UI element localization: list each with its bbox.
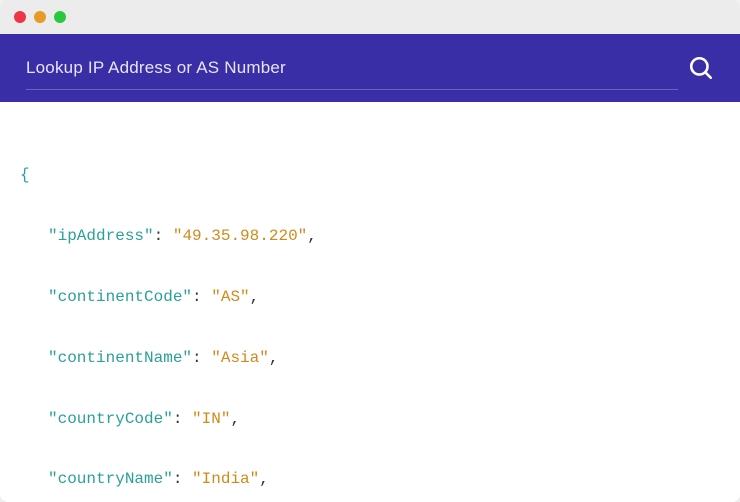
json-brace-open: { bbox=[20, 166, 30, 184]
search-input[interactable] bbox=[26, 58, 688, 78]
json-response: { "ipAddress": "49.35.98.220", "continen… bbox=[0, 102, 740, 502]
search-bar bbox=[0, 34, 740, 102]
json-key: "continentCode" bbox=[48, 288, 192, 306]
json-value: "AS" bbox=[211, 288, 249, 306]
search-underline bbox=[26, 89, 678, 90]
close-icon[interactable] bbox=[14, 11, 26, 23]
maximize-icon[interactable] bbox=[54, 11, 66, 23]
json-key: "countryName" bbox=[48, 470, 173, 488]
json-key: "ipAddress" bbox=[48, 227, 154, 245]
json-value: "India" bbox=[192, 470, 259, 488]
json-value: "Asia" bbox=[211, 349, 269, 367]
json-value: "49.35.98.220" bbox=[173, 227, 307, 245]
window-titlebar bbox=[0, 0, 740, 34]
json-key: "countryCode" bbox=[48, 410, 173, 428]
minimize-icon[interactable] bbox=[34, 11, 46, 23]
app-window: { "ipAddress": "49.35.98.220", "continen… bbox=[0, 0, 740, 502]
json-value: "IN" bbox=[192, 410, 230, 428]
search-icon[interactable] bbox=[688, 55, 714, 81]
json-key: "continentName" bbox=[48, 349, 192, 367]
